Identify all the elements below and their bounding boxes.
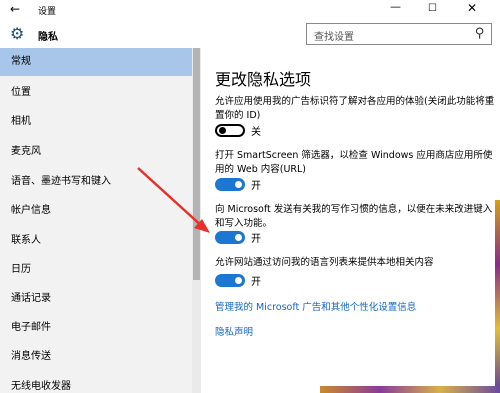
language-list-state: 开 xyxy=(251,277,261,288)
advertising-id-state: 关 xyxy=(251,127,261,138)
sidebar-item-speech-inking[interactable]: 语音、墨迹书写和键入 xyxy=(0,168,192,196)
toggle-knob xyxy=(235,181,242,188)
sidebar-item-calendar[interactable]: 日历 xyxy=(0,256,192,284)
smartscreen-state: 开 xyxy=(251,181,261,192)
section-title: 更改隐私选项 xyxy=(215,70,312,89)
sidebar-item-location[interactable]: 位置 xyxy=(0,79,192,107)
desktop-wallpaper-edge xyxy=(495,200,500,393)
smartscreen-toggle[interactable] xyxy=(215,178,245,191)
sidebar-item-camera[interactable]: 相机 xyxy=(0,108,192,136)
sidebar-item-contacts[interactable]: 联系人 xyxy=(0,227,192,255)
toggle-knob xyxy=(235,234,242,241)
sidebar-item-call-history[interactable]: 通话记录 xyxy=(0,285,192,313)
privacy-statement-link[interactable]: 隐私声明 xyxy=(215,324,253,338)
sidebar-item-radios[interactable]: 无线电收发器 xyxy=(0,373,192,393)
window-title: 设置 xyxy=(38,7,57,17)
toggle-knob xyxy=(219,127,226,134)
page-header: ⚙ 隐私 查找设置 ⚲ xyxy=(0,20,500,48)
typing-info-toggle[interactable] xyxy=(215,231,245,244)
title-bar: ← 设置 — ☐ ✕ xyxy=(0,0,500,20)
sidebar-item-messaging[interactable]: 消息传送 xyxy=(0,343,192,371)
gear-icon: ⚙ xyxy=(10,24,25,43)
sidebar-item-general[interactable]: 常规 xyxy=(0,48,192,76)
smartscreen-description: 打开 SmartScreen 筛选器，以检查 Windows 应用商店应用所使用… xyxy=(215,150,493,175)
advertising-id-toggle[interactable] xyxy=(215,124,245,137)
page-title: 隐私 xyxy=(38,32,58,43)
sidebar-item-microphone[interactable]: 麦克风 xyxy=(0,138,192,166)
scrollbar-thumb[interactable] xyxy=(193,48,200,280)
search-input[interactable]: 查找设置 ⚲ xyxy=(306,23,492,45)
language-list-description: 允许网站通过访问我的语言列表来提供本地相关内容 xyxy=(215,257,434,268)
main-panel: 更改隐私选项 允许应用使用我的广告标识符了解对各应用的体验(关闭此功能将重置你的… xyxy=(201,48,500,393)
sidebar-item-email[interactable]: 电子邮件 xyxy=(0,314,192,342)
back-arrow-icon[interactable]: ← xyxy=(10,2,20,16)
desktop-wallpaper-edge xyxy=(320,386,500,393)
minimize-icon[interactable]: — xyxy=(390,0,401,13)
search-icon[interactable]: ⚲ xyxy=(475,26,485,41)
sidebar: 常规 位置 相机 麦克风 语音、墨迹书写和键入 帐户信息 联系人 日历 通话记录… xyxy=(0,48,192,393)
typing-info-state: 开 xyxy=(251,234,261,245)
typing-info-description: 向 Microsoft 发送有关我的写作习惯的信息，以便在未来改进键入和写入功能… xyxy=(215,204,493,229)
sidebar-scrollbar[interactable] xyxy=(192,48,201,393)
manage-ads-link[interactable]: 管理我的 Microsoft 广告和其他个性化设置信息 xyxy=(215,299,416,313)
toggle-knob xyxy=(235,277,242,284)
maximize-icon[interactable]: ☐ xyxy=(428,3,437,14)
search-placeholder: 查找设置 xyxy=(314,32,354,43)
advertising-id-description: 允许应用使用我的广告标识符了解对各应用的体验(关闭此功能将重置你的 ID) xyxy=(215,96,495,121)
language-list-toggle[interactable] xyxy=(215,274,245,287)
close-icon[interactable]: ✕ xyxy=(467,1,477,15)
sidebar-item-account-info[interactable]: 帐户信息 xyxy=(0,197,192,225)
